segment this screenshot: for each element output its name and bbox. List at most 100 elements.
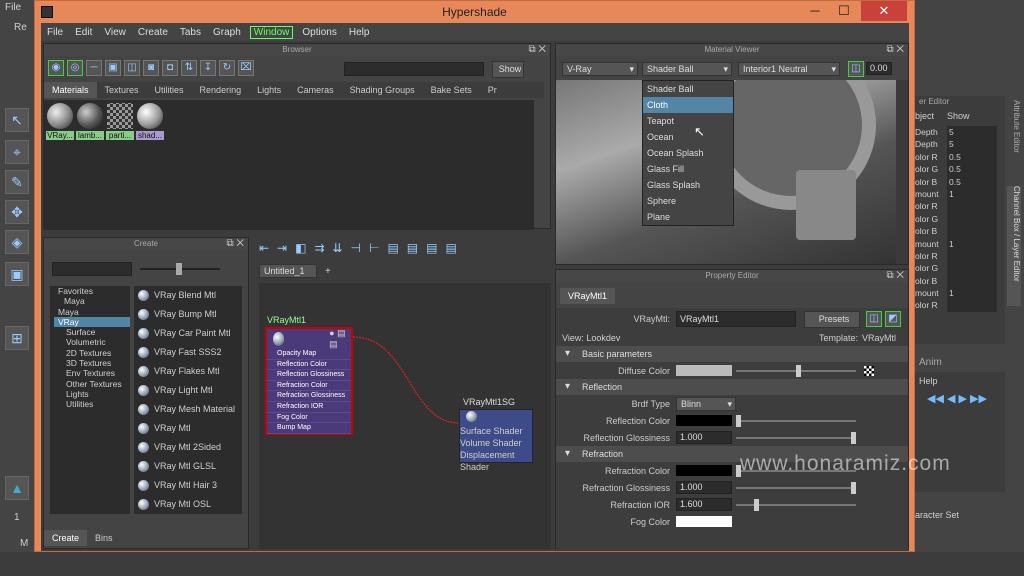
material-swatch[interactable]: shad...: [136, 102, 164, 144]
create-node-item[interactable]: VRay Light Mtl: [138, 381, 242, 400]
channel-row[interactable]: olor R: [915, 249, 1005, 263]
channel-value[interactable]: [947, 274, 997, 288]
refraction-ior-slider[interactable]: [736, 498, 856, 511]
refraction-glossiness-slider[interactable]: [736, 481, 856, 494]
tree-item[interactable]: Other Textures: [54, 379, 130, 389]
menu-tabs[interactable]: Tabs: [174, 27, 207, 38]
help-menu[interactable]: Help: [915, 372, 1005, 390]
material-swatch[interactable]: parti...: [106, 102, 134, 144]
viewer-close-icon[interactable]: ⧉ ✕: [886, 44, 904, 55]
channel-value[interactable]: 5: [947, 138, 997, 151]
channel-row[interactable]: mount 1: [915, 187, 1005, 201]
channel-row[interactable]: Depth 5: [915, 126, 1005, 139]
node-attribute[interactable]: Fog Color: [267, 413, 351, 424]
sort-alpha-icon[interactable]: ↧: [200, 60, 216, 76]
shape-option[interactable]: Ocean: [643, 129, 733, 145]
shading-group-node[interactable]: Surface Shader Volume Shader Displacement …: [459, 409, 533, 472]
shape-option[interactable]: Cloth: [643, 97, 733, 113]
create-node-item[interactable]: VRay Mesh Material: [138, 400, 242, 419]
layout-icon[interactable]: ⊞: [5, 326, 29, 350]
layer-icons[interactable]: ◀◀ ◀ ▶ ▶▶: [915, 390, 1005, 407]
channel-row[interactable]: olor G: [915, 262, 1005, 275]
channel-value[interactable]: 5: [947, 126, 997, 139]
shape-option[interactable]: Glass Fill: [643, 161, 733, 177]
material-swatch[interactable]: lamb...: [76, 102, 104, 144]
node-attribute[interactable]: Bump Map: [267, 423, 351, 434]
tree-item[interactable]: 2D Textures: [54, 348, 130, 358]
map-button-icon[interactable]: [864, 365, 874, 376]
node-mode-icons[interactable]: ● ▤ ▤: [329, 328, 351, 350]
add-tab-button[interactable]: +: [325, 266, 331, 277]
channel-value[interactable]: [947, 200, 997, 213]
channel-row[interactable]: mount 1: [915, 287, 1005, 300]
channel-row[interactable]: olor B: [915, 274, 1005, 288]
channel-row[interactable]: olor G 0.5: [915, 163, 1005, 176]
graph-icon[interactable]: ◉: [48, 60, 64, 76]
graph-tab[interactable]: Untitled_1: [259, 264, 317, 278]
create-node-item[interactable]: VRay Mtl Hair 3: [138, 476, 242, 495]
channel-value[interactable]: [947, 249, 997, 263]
swatch-size-slider[interactable]: [140, 263, 220, 275]
browser-tab-1[interactable]: Textures: [97, 82, 147, 98]
create-node-item[interactable]: VRay Bump Mtl: [138, 305, 242, 324]
create-node-item[interactable]: VRay Mtl OSL: [138, 495, 242, 514]
character-set-label[interactable]: aracter Set: [915, 510, 959, 520]
channel-value[interactable]: 0.5: [947, 175, 997, 188]
channel-value[interactable]: 1: [947, 237, 997, 250]
browser-tab-7[interactable]: Bake Sets: [423, 82, 480, 98]
filter-icon[interactable]: ⌧: [238, 60, 254, 76]
attribute-editor-side-tab[interactable]: Attribute Editor: [1007, 100, 1021, 180]
browser-tab-8[interactable]: Pr: [480, 82, 505, 98]
browser-tab-5[interactable]: Cameras: [289, 82, 342, 98]
tree-item[interactable]: Favorites: [54, 286, 130, 296]
graph-toolbar-icons[interactable]: ⇤⇥◧⇉⇊⊣⊢▤▤▤▤: [259, 241, 551, 263]
lasso-tool-icon[interactable]: ⌖: [5, 140, 29, 164]
material-swatch[interactable]: VRay...: [46, 102, 74, 144]
anim-tab[interactable]: Anim: [919, 357, 942, 368]
menu-window[interactable]: Window: [249, 25, 294, 39]
tree-item[interactable]: Utilities: [54, 399, 130, 409]
create-node-item[interactable]: VRay Blend Mtl: [138, 286, 242, 305]
node-attribute[interactable]: Refraction Glossiness: [267, 391, 351, 402]
channel-row[interactable]: olor R: [915, 299, 1005, 312]
diffuse-slider[interactable]: [736, 364, 856, 377]
channel-value[interactable]: [947, 262, 997, 275]
refraction-ior-field[interactable]: 1.600: [676, 498, 732, 511]
channel-value[interactable]: 0.5: [947, 163, 997, 176]
select-tool-icon[interactable]: ↖: [5, 108, 29, 132]
channel-value[interactable]: 1: [947, 187, 997, 201]
exposure-icon[interactable]: ◫: [848, 61, 864, 77]
diffuse-color-swatch[interactable]: [676, 365, 732, 376]
props-close-icon[interactable]: ⧉ ✕: [886, 270, 904, 281]
reflection-glossiness-slider[interactable]: [736, 431, 856, 444]
move-tool-icon[interactable]: ✥: [5, 200, 29, 224]
browser-tab-2[interactable]: Utilities: [147, 82, 192, 98]
shape-option[interactable]: Ocean Splash: [643, 145, 733, 161]
scale-tool-icon[interactable]: ▣: [5, 262, 29, 286]
basic-parameters-section[interactable]: Basic parameters: [556, 346, 908, 362]
menu-view[interactable]: View: [98, 27, 132, 38]
node-attribute[interactable]: Reflection Glossiness: [267, 370, 351, 381]
menu-edit[interactable]: Edit: [69, 27, 98, 38]
vraymtl-node[interactable]: ● ▤ ▤ Opacity Map Reflection Color Reflect…: [265, 327, 353, 435]
tree-item[interactable]: Surface: [54, 327, 130, 337]
reflection-glossiness-field[interactable]: 1.000: [676, 431, 732, 444]
menu-create[interactable]: Create: [132, 27, 174, 38]
menu-graph[interactable]: Graph: [207, 27, 247, 38]
channel-value[interactable]: 0.5: [947, 150, 997, 164]
channel-value[interactable]: [947, 225, 997, 238]
camera-icon[interactable]: ◎: [67, 60, 83, 76]
channel-value[interactable]: 1: [947, 287, 997, 300]
sg-attribute[interactable]: Volume Shader: [460, 437, 532, 449]
create-node-item[interactable]: VRay Car Paint Mtl: [138, 324, 242, 343]
grid-icon[interactable]: ◘: [162, 60, 178, 76]
create-node-item[interactable]: VRay Mtl GLSL: [138, 457, 242, 476]
refresh-icon[interactable]: ↻: [219, 60, 235, 76]
show-menu[interactable]: Show: [947, 111, 970, 126]
reflection-color-swatch[interactable]: [676, 415, 732, 426]
tree-item[interactable]: Maya: [54, 296, 130, 306]
large-icon[interactable]: ◙: [143, 60, 159, 76]
channel-row[interactable]: olor R: [915, 200, 1005, 213]
reflection-section[interactable]: Reflection: [556, 379, 908, 395]
menu-file[interactable]: File: [41, 27, 69, 38]
